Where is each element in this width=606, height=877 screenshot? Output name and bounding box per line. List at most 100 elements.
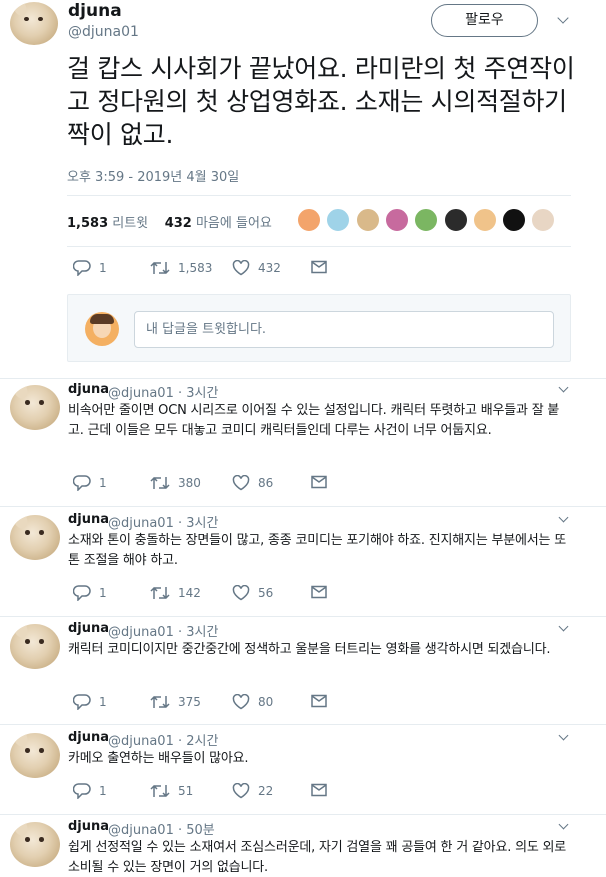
liker-avatar[interactable]: [414, 208, 439, 232]
chevron-down-icon[interactable]: [558, 621, 569, 632]
liker-avatar[interactable]: [297, 208, 321, 232]
retweet-count[interactable]: 1,583: [67, 216, 108, 231]
reply-tweet[interactable]: djuna @djuna01 · 50분 쉽게 선정적일 수 있는 소재여서 조…: [0, 819, 606, 877]
heart-icon: [232, 260, 250, 276]
retweet-action[interactable]: 380: [150, 475, 201, 491]
avatar[interactable]: [10, 515, 60, 560]
tweet-actions: 1 51 22: [73, 783, 373, 803]
reply-tweet[interactable]: djuna @djuna01 · 3시간 캐릭터 코미디이지만 중간중간에 정색…: [0, 621, 606, 715]
retweet-count: 51: [178, 784, 194, 798]
author-handle-time[interactable]: @djuna01 · 3시간: [108, 621, 218, 640]
like-action[interactable]: 432: [232, 260, 281, 276]
like-action[interactable]: 80: [232, 694, 273, 710]
heart-icon: [232, 475, 250, 491]
tweet-text: 쉽게 선정적일 수 있는 소재여서 조심스러운데, 자기 검열을 꽤 공들여 한…: [68, 840, 567, 875]
divider: [0, 724, 606, 725]
liker-avatar[interactable]: [531, 208, 556, 232]
envelope-icon: [311, 260, 327, 274]
reply-count: 1: [99, 695, 107, 709]
divider: [0, 616, 606, 617]
author-handle-time[interactable]: @djuna01 · 3시간: [108, 382, 218, 401]
retweet-label[interactable]: 리트윗: [112, 216, 148, 231]
avatar[interactable]: [10, 2, 58, 45]
author-name[interactable]: djuna: [68, 512, 109, 527]
divider: [0, 506, 606, 507]
author-name[interactable]: djuna: [68, 730, 109, 745]
like-count[interactable]: 432: [165, 216, 192, 231]
avatar[interactable]: [10, 385, 60, 430]
divider: [67, 246, 571, 247]
heart-icon: [232, 585, 250, 601]
chevron-down-icon[interactable]: [557, 12, 569, 24]
liker-avatar[interactable]: [384, 208, 409, 232]
retweet-action[interactable]: 142: [150, 585, 201, 601]
tweet-text: 캐릭터 코미디이지만 중간중간에 정색하고 울분을 터트리는 영화를 생각하시면…: [68, 642, 551, 657]
reply-tweet[interactable]: djuna @djuna01 · 2시간 카메오 출연하는 배우들이 많아요. …: [0, 730, 606, 810]
reply-action[interactable]: 1: [73, 475, 107, 491]
reply-count: 1: [99, 261, 107, 275]
retweet-count: 375: [178, 695, 201, 709]
reply-action[interactable]: 1: [73, 260, 107, 276]
retweet-icon: [150, 694, 170, 710]
like-label[interactable]: 마음에 들어요: [196, 216, 272, 231]
like-count: 80: [258, 695, 274, 709]
retweet-action[interactable]: 375: [150, 694, 201, 710]
message-action[interactable]: [311, 783, 327, 797]
reply-icon: [73, 694, 91, 710]
like-action[interactable]: 22: [232, 783, 273, 799]
retweet-action[interactable]: 51: [150, 783, 193, 799]
author-name[interactable]: djuna: [68, 382, 109, 397]
liker-avatar[interactable]: [502, 208, 527, 232]
retweet-count: 142: [178, 586, 201, 600]
message-action[interactable]: [311, 475, 327, 489]
liker-avatar[interactable]: [326, 208, 351, 232]
liker-avatar[interactable]: [472, 208, 497, 232]
author-name[interactable]: djuna: [68, 819, 109, 834]
reply-icon: [73, 783, 91, 799]
user-avatar: [85, 312, 119, 346]
reply-action[interactable]: 1: [73, 585, 107, 601]
heart-icon: [232, 783, 250, 799]
like-action[interactable]: 86: [232, 475, 273, 491]
author-name[interactable]: djuna: [68, 621, 109, 636]
liker-avatar[interactable]: [443, 208, 468, 232]
retweet-action[interactable]: 1,583: [150, 260, 212, 276]
like-action[interactable]: 56: [232, 585, 273, 601]
reply-count: 1: [99, 784, 107, 798]
reply-tweet[interactable]: djuna @djuna01 · 3시간 소재와 톤이 충돌하는 장면들이 많고…: [0, 512, 606, 606]
tweet-timestamp[interactable]: 오후 3:59 - 2019년 4월 30일: [67, 166, 239, 185]
avatar[interactable]: [10, 733, 60, 778]
reply-action[interactable]: 1: [73, 694, 107, 710]
author-handle-time[interactable]: @djuna01 · 2시간: [108, 730, 218, 749]
chevron-down-icon[interactable]: [558, 730, 569, 741]
envelope-icon: [311, 783, 327, 797]
reply-action[interactable]: 1: [73, 783, 107, 799]
message-action[interactable]: [311, 694, 327, 708]
author-handle-time[interactable]: @djuna01 · 50분: [108, 819, 215, 838]
envelope-icon: [311, 475, 327, 489]
chevron-down-icon[interactable]: [558, 512, 569, 523]
reply-count: 1: [99, 476, 107, 490]
reply-tweet[interactable]: djuna @djuna01 · 3시간 비속어만 줄이면 OCN 시리즈로 이…: [0, 382, 606, 494]
retweet-icon: [150, 585, 170, 601]
heart-icon: [232, 694, 250, 710]
tweet-actions: 1 375 80: [73, 694, 373, 714]
chevron-down-icon[interactable]: [558, 382, 569, 393]
avatar[interactable]: [10, 624, 60, 669]
author-handle-time[interactable]: @djuna01 · 3시간: [108, 512, 218, 531]
author-name[interactable]: djuna: [68, 1, 122, 21]
author-handle[interactable]: @djuna01: [68, 24, 139, 40]
chevron-down-icon[interactable]: [558, 819, 569, 830]
retweet-icon: [150, 475, 170, 491]
tweet-actions: 1 1,583 432: [73, 260, 373, 280]
avatar[interactable]: [10, 822, 60, 867]
retweet-count: 1,583: [178, 261, 213, 275]
retweet-count: 380: [178, 476, 201, 490]
message-action[interactable]: [311, 260, 327, 274]
follow-button[interactable]: 팔로우: [431, 4, 538, 37]
message-action[interactable]: [311, 585, 327, 599]
divider: [0, 378, 606, 379]
reply-icon: [73, 475, 91, 491]
liker-avatar[interactable]: [355, 208, 380, 232]
reply-input[interactable]: 내 답글을 트윗합니다.: [134, 311, 554, 348]
